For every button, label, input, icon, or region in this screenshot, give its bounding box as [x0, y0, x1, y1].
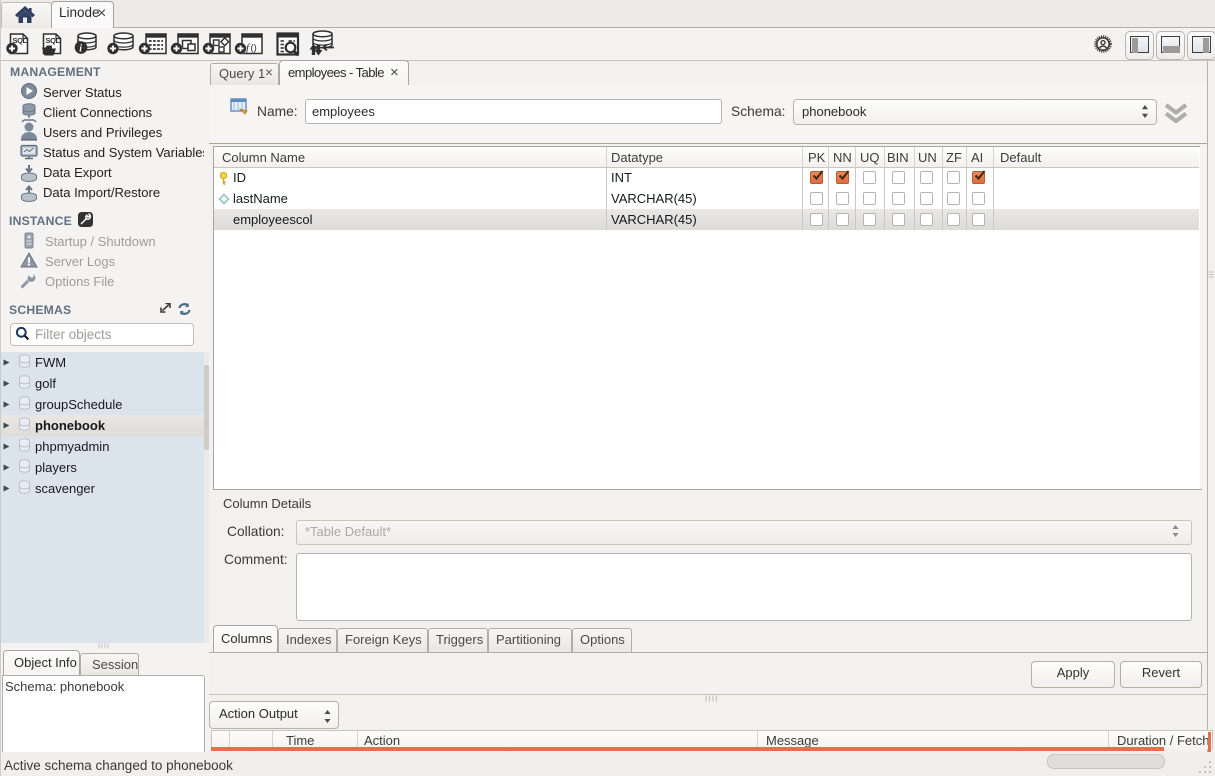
svg-text:(): () [251, 43, 257, 54]
